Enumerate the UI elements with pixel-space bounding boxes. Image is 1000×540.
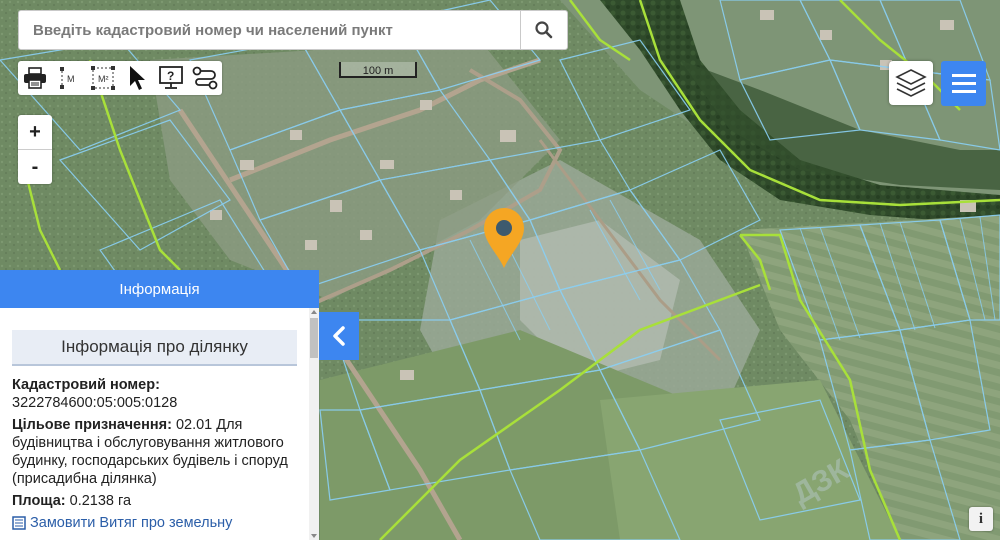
purpose-row: Цільове призначення: 02.01 Для будівницт…	[12, 416, 297, 488]
map-toolbar: M M² ?	[18, 61, 222, 95]
zoom-in-button[interactable]: +	[18, 115, 52, 149]
cadastral-number-row: Кадастровий номер: 3222784600:05:005:012…	[12, 376, 297, 412]
info-icon[interactable]: i	[969, 507, 993, 531]
menu-button[interactable]	[941, 61, 986, 106]
help-button[interactable]: ?	[154, 61, 188, 95]
order-extract-label: Замовити Витяг про земельну	[30, 515, 233, 531]
help-icon: ?	[159, 66, 183, 89]
panel-body: Інформація про ділянку Кадастровий номер…	[0, 308, 309, 540]
order-extract-link[interactable]: Замовити Витяг про земельну	[12, 514, 297, 532]
select-tool-button[interactable]	[120, 61, 154, 95]
scroll-thumb[interactable]	[310, 318, 318, 358]
printer-icon	[24, 67, 46, 89]
search-icon	[535, 21, 553, 39]
measure-area-label: M²	[98, 74, 109, 84]
route-button[interactable]	[188, 61, 222, 95]
menu-icon	[951, 74, 976, 77]
info-panel: Інформація Інформація про ділянку Кадаст…	[0, 270, 319, 540]
purpose-label: Цільове призначення:	[12, 417, 172, 433]
panel-header: Інформація	[0, 270, 319, 308]
document-icon	[12, 516, 26, 530]
svg-text:?: ?	[167, 69, 174, 83]
cadastral-number-value: 3222784600:05:005:0128	[12, 395, 178, 411]
menu-icon-bar	[951, 82, 976, 85]
measure-area-button[interactable]: M²	[86, 61, 120, 95]
scroll-down-arrow[interactable]	[311, 534, 317, 538]
measure-distance-button[interactable]: M	[52, 61, 86, 95]
scale-bar: 100 m	[339, 62, 417, 78]
measure-area-icon: M²	[91, 66, 115, 90]
menu-icon-bar	[951, 90, 976, 93]
measure-distance-icon: M	[60, 67, 75, 89]
parcel-info-heading: Інформація про ділянку	[12, 330, 297, 366]
area-value: 0.2138 га	[69, 493, 132, 509]
search-bar	[18, 10, 568, 50]
print-button[interactable]	[18, 61, 52, 95]
route-icon	[192, 66, 218, 90]
area-row: Площа: 0.2138 га	[12, 492, 297, 510]
scale-bar-label: 100 m	[362, 65, 394, 77]
area-label: Площа:	[12, 493, 66, 509]
layers-icon	[895, 69, 927, 97]
zoom-out-button[interactable]: -	[18, 149, 52, 184]
chevron-left-icon	[333, 326, 345, 346]
collapse-panel-button[interactable]	[319, 312, 359, 360]
search-input[interactable]	[19, 11, 519, 49]
layers-button[interactable]	[889, 61, 933, 105]
search-button[interactable]	[520, 11, 567, 49]
panel-scrollbar[interactable]	[309, 308, 319, 540]
pointer-icon	[130, 66, 145, 90]
measure-distance-label: M	[67, 74, 75, 84]
cadastral-number-label: Кадастровий номер:	[12, 377, 160, 393]
zoom-control: + -	[18, 115, 52, 184]
scroll-up-arrow[interactable]	[311, 310, 317, 314]
